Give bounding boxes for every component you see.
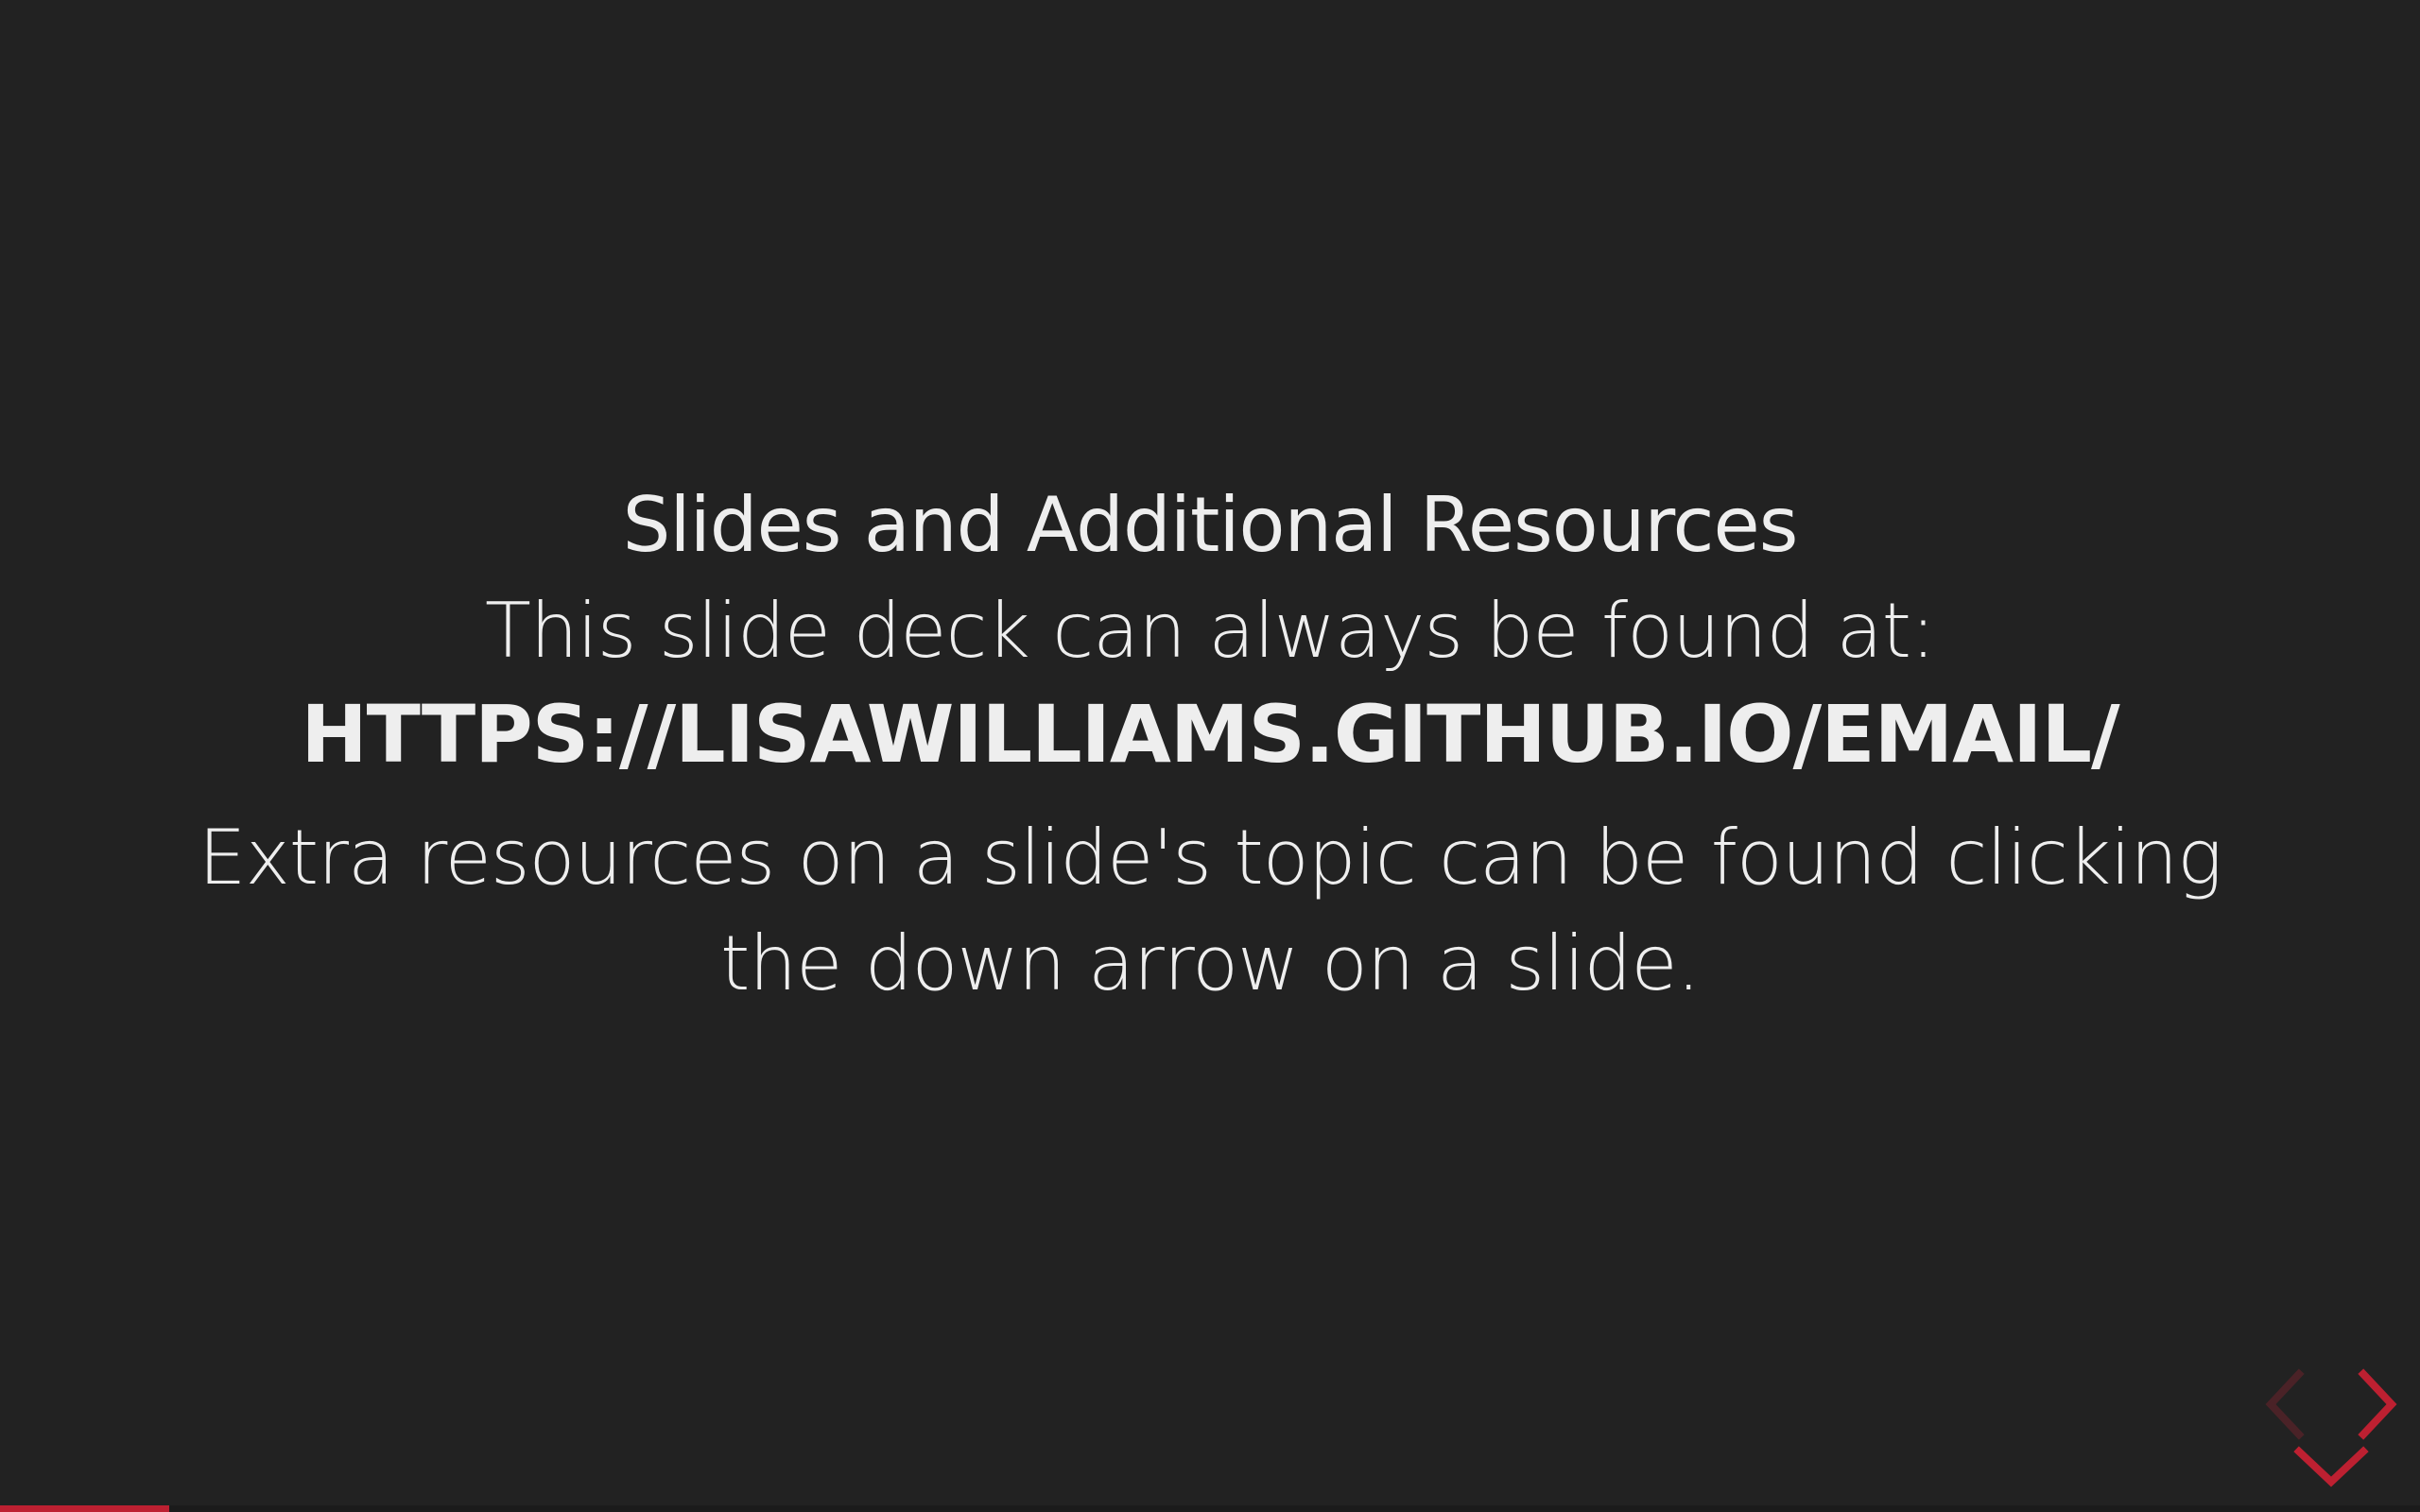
- progress-bar-fill: [0, 1505, 170, 1512]
- slide-note: Extra resources on a slide's topic can b…: [198, 814, 2222, 1007]
- navigate-right-button[interactable]: [2348, 1366, 2405, 1442]
- slide-stage: Slides and Additional Resources This sli…: [0, 0, 2420, 1512]
- navigation-controls: [2231, 1361, 2420, 1512]
- slide-title: Slides and Additional Resources: [622, 481, 1799, 569]
- slide-deck-link[interactable]: HTTPS://LISAWILLIAMS.GITHUB.IO/EMAIL/: [301, 684, 2119, 784]
- chevron-right-icon: [2358, 1368, 2397, 1440]
- slide-content: Slides and Additional Resources This sli…: [170, 472, 2250, 1017]
- slide-text: This slide deck can always be found at:: [484, 587, 1936, 675]
- progress-bar[interactable]: [0, 1505, 2420, 1512]
- navigate-down-button[interactable]: [2286, 1438, 2377, 1495]
- chevron-down-icon: [2293, 1446, 2369, 1487]
- chevron-left-icon: [2265, 1368, 2305, 1440]
- navigate-left-button[interactable]: [2257, 1366, 2314, 1442]
